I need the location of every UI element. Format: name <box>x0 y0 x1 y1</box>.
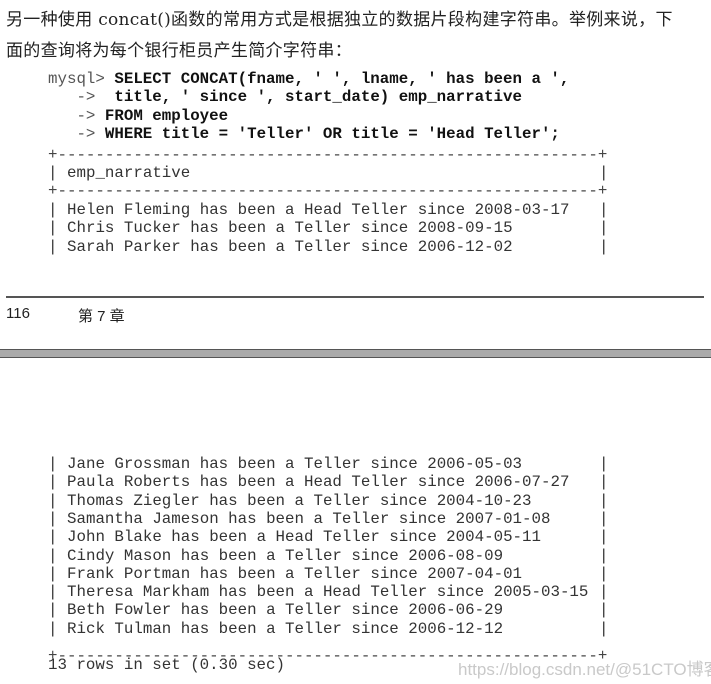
table-row: | Jane Grossman has been a Teller since 2… <box>48 455 609 473</box>
table-row: | Beth Fowler has been a Teller since 200… <box>48 601 609 620</box>
table-row: | Frank Portman has been a Teller since 2… <box>48 564 609 583</box>
table-row: | Cindy Mason has been a Teller since 200… <box>48 546 609 565</box>
table-row: | Paula Roberts has been a Head Teller si… <box>48 473 609 492</box>
table-row: | Thomas Ziegler has been a Teller since … <box>48 491 609 510</box>
sql-query: mysql> SELECT CONCAT(fname, ' ', lname, … <box>48 70 569 144</box>
table-row: | Theresa Markham has been a Head Teller … <box>48 583 609 602</box>
prompt: -> <box>48 88 105 107</box>
table-row: | Rick Tulman has been a Teller since 200… <box>48 619 609 638</box>
page-number: 116 <box>6 305 30 322</box>
prompt: mysql> <box>48 70 115 88</box>
table-row: | John Blake has been a Head Teller since… <box>48 528 609 547</box>
code-line: WHERE title = 'Teller' OR title = 'Head … <box>104 125 560 144</box>
table-border: +---------------------------------------… <box>48 146 608 164</box>
chapter-label: 第 7 章 <box>78 308 125 325</box>
table-row: | Sarah Parker has been a Teller since 20… <box>48 237 609 256</box>
paragraph-line: 面的查询将为每个银行柜员产生简介字符串： <box>6 41 352 61</box>
watermark: https://blog.csdn.net/@51CTO博客 <box>458 660 711 679</box>
page-separator <box>0 349 711 358</box>
prompt: -> <box>48 125 105 144</box>
result-summary: 13 rows in set (0.30 sec) <box>48 656 285 674</box>
prompt: -> <box>48 106 105 125</box>
table-row: | Samantha Jameson has been a Teller sinc… <box>48 509 609 528</box>
table-border: +---------------------------------------… <box>48 182 608 200</box>
table-row: | Helen Fleming has been a Head Teller si… <box>48 201 609 219</box>
code-line: SELECT CONCAT(fname, ' ', lname, ' has b… <box>114 70 570 88</box>
table-header: | emp_narrative | <box>48 164 609 182</box>
code-line: title, ' since ', start_date) emp_narrat… <box>104 88 522 107</box>
footer-rule <box>6 296 704 298</box>
table-row: | Chris Tucker has been a Teller since 20… <box>48 219 609 238</box>
code-line: FROM employee <box>104 106 229 125</box>
paragraph-line: 另一种使用 concat()函数的常用方式是根据独立的数据片段构建字符串。举例来… <box>6 10 673 30</box>
